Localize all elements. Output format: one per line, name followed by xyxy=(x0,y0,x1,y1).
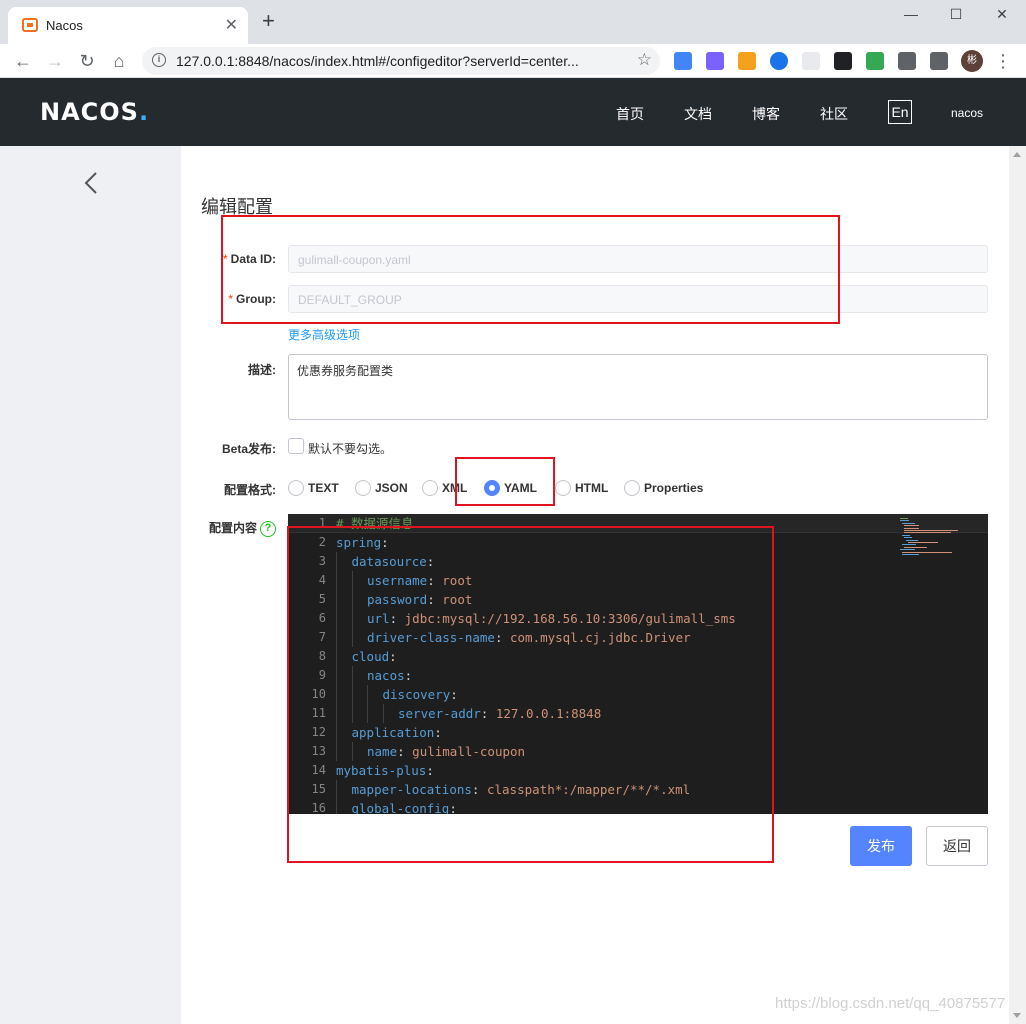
nacos-logo[interactable]: NACOS. xyxy=(40,98,149,126)
radio-circle xyxy=(288,480,304,496)
user-name[interactable]: nacos xyxy=(951,106,983,120)
color-extension-icon[interactable] xyxy=(866,52,884,70)
home-icon[interactable]: ⌂ xyxy=(108,50,130,72)
scroll-down-icon[interactable] xyxy=(1013,1013,1021,1018)
browser-tab-bar: Nacos ✕ + — ☐ ✕ xyxy=(0,0,1026,44)
beta-hint: 默认不要勾选。 xyxy=(308,442,393,456)
advanced-options-link[interactable]: 更多高级选项 xyxy=(288,326,360,343)
browser-tab[interactable]: Nacos ✕ xyxy=(8,7,248,44)
close-window-button[interactable]: ✕ xyxy=(988,6,1016,28)
radio-label: HTML xyxy=(575,481,609,495)
minimize-button[interactable]: — xyxy=(897,6,925,28)
back-icon[interactable]: ← xyxy=(12,50,34,72)
content-label: 配置内容? xyxy=(191,519,276,537)
tampermonkey-extension-icon[interactable] xyxy=(834,52,852,70)
minimap-line xyxy=(902,551,952,553)
minimap-line xyxy=(904,525,920,527)
media-control-icon[interactable] xyxy=(930,52,948,70)
radio-label: TEXT xyxy=(308,481,339,495)
nav-docs[interactable]: 文档 xyxy=(684,104,712,124)
radio-circle xyxy=(355,480,371,496)
radio-label: JSON xyxy=(375,481,408,495)
minimap-line xyxy=(908,542,938,543)
editor-minimap[interactable] xyxy=(900,518,960,558)
return-button[interactable]: 返回 xyxy=(926,826,988,866)
radio-label: Properties xyxy=(644,481,704,495)
qr-extension-icon[interactable] xyxy=(738,52,756,70)
annotation-box-content xyxy=(287,526,774,863)
radio-circle xyxy=(422,480,438,496)
minimap-line xyxy=(904,546,928,548)
address-bar[interactable]: i 127.0.0.1:8848/nacos/index.html#/confi… xyxy=(142,47,660,75)
help-icon[interactable]: ? xyxy=(260,520,276,537)
logo-text: NACOS xyxy=(40,98,139,126)
nacos-favicon-icon xyxy=(22,18,38,32)
minimap-line xyxy=(902,544,917,546)
scroll-up-icon[interactable] xyxy=(1013,152,1021,157)
reload-icon[interactable]: ↻ xyxy=(76,50,98,72)
browser-menu-icon[interactable]: ⋮ xyxy=(992,50,1014,72)
minimap-line xyxy=(902,554,919,555)
beta-checkbox[interactable] xyxy=(288,438,304,454)
minimap-line xyxy=(900,518,908,519)
watermark: https://blog.csdn.net/qq_40875577 xyxy=(775,995,1006,1012)
tab-close-icon[interactable]: ✕ xyxy=(225,15,238,35)
maximize-button[interactable]: ☐ xyxy=(942,6,970,28)
radio-circle xyxy=(624,480,640,496)
nav-community[interactable]: 社区 xyxy=(820,104,848,124)
browser-toolbar: ← → ↻ ⌂ i 127.0.0.1:8848/nacos/index.htm… xyxy=(0,44,1026,78)
nav-blog[interactable]: 博客 xyxy=(752,104,780,124)
minimap-line xyxy=(906,539,919,541)
description-textarea[interactable]: 优惠券服务配置类 xyxy=(288,354,988,420)
url-text: 127.0.0.1:8848/nacos/index.html#/confige… xyxy=(176,53,579,69)
format-label: 配置格式: xyxy=(224,483,276,497)
minimap-line xyxy=(900,520,909,522)
publish-button[interactable]: 发布 xyxy=(850,826,912,866)
minimap-line xyxy=(900,549,916,551)
description-value: 优惠券服务配置类 xyxy=(297,364,394,378)
description-label: 描述: xyxy=(248,363,276,377)
minimap-line xyxy=(902,522,916,524)
translate-extension-icon[interactable] xyxy=(674,52,692,70)
profile-avatar[interactable]: 彬 xyxy=(961,50,983,72)
new-tab-button[interactable]: + xyxy=(262,10,275,32)
annotation-box-yaml xyxy=(455,457,555,506)
minimap-line xyxy=(904,532,952,534)
bookmark-star-icon[interactable]: ☆ xyxy=(637,50,652,70)
extensions-puzzle-icon[interactable] xyxy=(898,52,916,70)
logo-dot: . xyxy=(138,98,150,126)
nav-home[interactable]: 首页 xyxy=(616,104,644,124)
minimap-line xyxy=(904,530,958,531)
minimap-line xyxy=(904,537,912,539)
tab-title: Nacos xyxy=(46,18,83,33)
minimap-line xyxy=(902,534,910,536)
language-toggle[interactable]: En xyxy=(888,100,912,124)
minimap-line xyxy=(904,527,920,529)
notes-extension-icon[interactable] xyxy=(706,52,724,70)
reader-extension-icon[interactable] xyxy=(802,52,820,70)
nacos-header: NACOS. 首页 文档 博客 社区 En nacos xyxy=(0,78,1026,146)
page-scrollbar[interactable] xyxy=(1009,146,1026,1024)
content-label-text: 配置内容 xyxy=(208,521,257,535)
site-info-icon[interactable]: i xyxy=(152,53,166,67)
radio-circle xyxy=(555,480,571,496)
collapse-back-icon[interactable] xyxy=(82,170,100,196)
beta-label: Beta发布: xyxy=(221,442,276,456)
sidebar xyxy=(0,146,181,1024)
annotation-box-id-group xyxy=(221,215,840,324)
vue-extension-icon[interactable] xyxy=(770,52,788,70)
forward-icon[interactable]: → xyxy=(44,50,66,72)
